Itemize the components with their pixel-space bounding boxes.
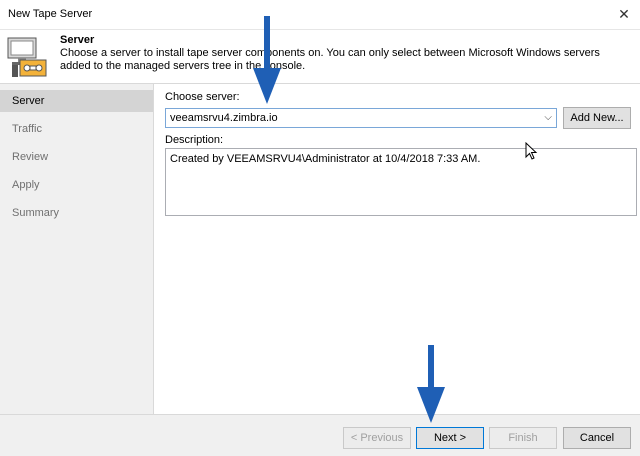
annotation-arrow-down-icon — [253, 16, 281, 104]
cancel-button[interactable]: Cancel — [563, 427, 631, 449]
step-review[interactable]: Review — [0, 146, 153, 168]
server-dropdown[interactable]: veeamsrvu4.zimbra.io ⌵ — [165, 108, 557, 128]
mouse-cursor-icon — [525, 142, 538, 160]
annotation-arrow-down-icon — [417, 345, 445, 423]
wizard-steps: Server Traffic Review Apply Summary — [0, 84, 154, 414]
close-icon[interactable]: ✕ — [616, 6, 632, 22]
window-title: New Tape Server — [8, 8, 93, 20]
chevron-down-icon[interactable]: ⌵ — [544, 112, 552, 123]
wizard-footer: < Previous Next > Finish Cancel — [0, 414, 640, 456]
server-value: veeamsrvu4.zimbra.io — [170, 112, 278, 124]
step-server[interactable]: Server — [0, 90, 153, 112]
description-label: Description: — [165, 134, 224, 146]
add-new-button[interactable]: Add New... — [563, 107, 631, 129]
page-title: Server — [60, 34, 95, 46]
next-button[interactable]: Next > — [416, 427, 484, 449]
main-panel: Choose server: veeamsrvu4.zimbra.io ⌵ Ad… — [155, 84, 640, 414]
finish-button[interactable]: Finish — [489, 427, 557, 449]
tape-server-icon — [6, 34, 50, 78]
step-summary[interactable]: Summary — [0, 202, 153, 224]
wizard-header: Server Choose a server to install tape s… — [0, 30, 640, 84]
description-field[interactable]: Created by VEEAMSRVU4\Administrator at 1… — [165, 148, 637, 216]
step-traffic[interactable]: Traffic — [0, 118, 153, 140]
previous-button[interactable]: < Previous — [343, 427, 411, 449]
choose-server-label: Choose server: — [165, 91, 240, 103]
page-description: Choose a server to install tape server c… — [60, 47, 600, 72]
title-bar: New Tape Server ✕ — [0, 0, 640, 30]
step-apply[interactable]: Apply — [0, 174, 153, 196]
description-text: Created by VEEAMSRVU4\Administrator at 1… — [170, 153, 481, 165]
